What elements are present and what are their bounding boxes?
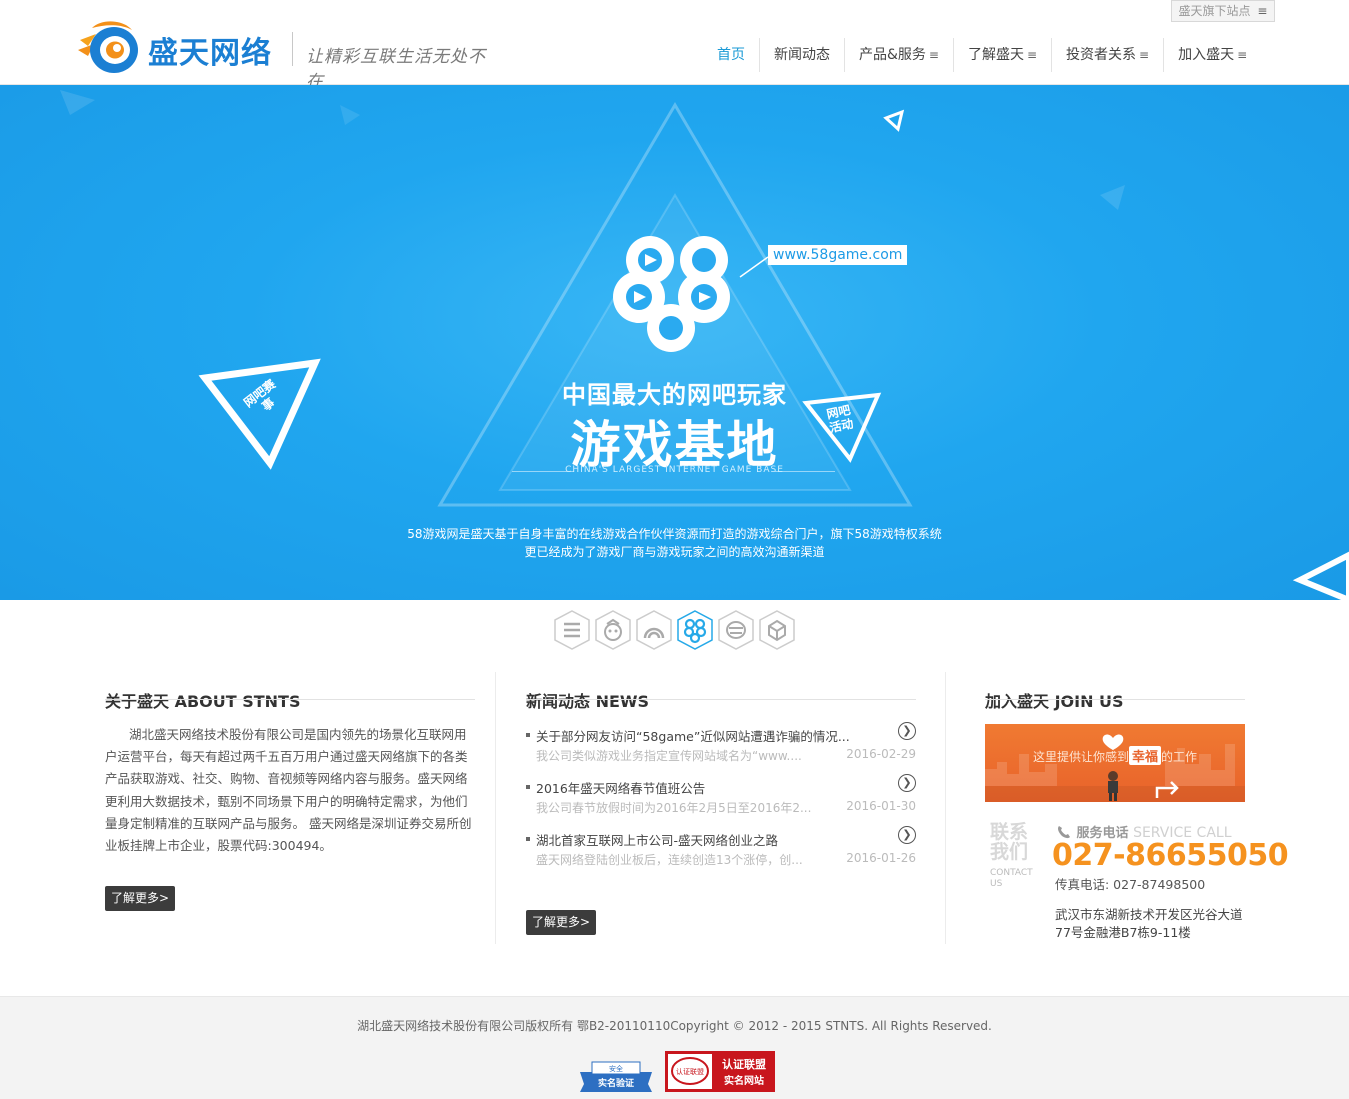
join-text-highlight: 幸福	[1129, 746, 1162, 765]
news-item-title[interactable]: 2016年盛天网络春节值班公告	[536, 778, 705, 797]
main-nav: 首页 新闻动态 产品&服务 ≡ 了解盛天 ≡ 投资者关系 ≡ 加入盛天 ≡	[703, 38, 1261, 72]
thumbnail-menu-lines[interactable]	[553, 609, 591, 651]
contact-us-en: CONTACT US	[990, 868, 1033, 889]
menu-lines-icon	[554, 610, 590, 650]
menu-lines-icon: ≡	[928, 48, 939, 62]
nav-item-label: 新闻动态	[774, 47, 830, 63]
certification-seal-icon: 认证联盟 认证联盟 实名网站	[665, 1051, 775, 1092]
cube-icon	[759, 610, 795, 650]
news-item: 关于部分网友访问“58game”近似网站遭遇诈骗的情况... ❯ 我公司类似游戏业务…	[526, 722, 918, 772]
nav-item[interactable]: 加入盛天 ≡	[1164, 38, 1261, 72]
thumbnail-cube[interactable]	[758, 609, 796, 651]
join-title-rule	[985, 699, 1245, 700]
cert2-sub-text: 实名网站	[724, 1074, 764, 1087]
site-header: 盛天旗下站点 ≡ 盛天网络 让精彩互联生活无处不在 首页 新闻动态 产品&服务 ≡ 了解…	[0, 0, 1349, 92]
thumbnail-arch[interactable]	[635, 609, 673, 651]
menu-lines-icon: ≡	[1026, 48, 1038, 62]
join-banner-text: 这里提供让你感到 幸福 的工作	[1033, 746, 1197, 765]
cert2-seal-text: 认证联盟	[676, 1067, 704, 1076]
nav-item[interactable]: 新闻动态	[760, 38, 845, 72]
cert2-title-text: 认证联盟	[722, 1057, 766, 1071]
fax-number: 传真电话: 027-87498500	[1055, 877, 1206, 892]
banner-description: 58游戏网是盛天基于自身丰富的在线游戏合作伙伴资源而打造的游戏综合门户，旗下58…	[0, 525, 1349, 561]
site-footer: 湖北盛天网络技术股份有限公司版权所有 鄂B2-20110110Copyright…	[0, 996, 1349, 1099]
security-alliance-badge[interactable]: 安全 实名验证	[578, 1054, 654, 1094]
logo-swirl-icon	[78, 21, 138, 73]
contact-us-cn: 联系我们	[990, 821, 1029, 863]
arch-icon	[636, 610, 672, 650]
copyright-text: 湖北盛天网络技术股份有限公司版权所有 鄂B2-20110110Copyright…	[357, 1019, 992, 1033]
thumbnail-mascot[interactable]	[594, 609, 632, 651]
news-title-rule	[526, 699, 916, 700]
thumbnail-layers[interactable]	[717, 609, 755, 651]
subsites-dropdown[interactable]: 盛天旗下站点 ≡	[1171, 0, 1275, 22]
nav-item-label: 了解盛天	[967, 47, 1024, 63]
news-item-date: 2016-02-29	[846, 747, 916, 761]
site-url-badge[interactable]: www.58game.com	[768, 245, 908, 265]
banner-subtitle-en: CHINA'S LARGEST INTERNET GAME BASE	[565, 465, 784, 475]
news-more-button[interactable]: 了解更多>	[526, 910, 597, 935]
column-divider	[945, 672, 946, 944]
cert1-bottom-text: 实名验证	[598, 1077, 634, 1089]
real-name-site-badge[interactable]: 认证联盟 认证联盟 实名网站	[665, 1051, 775, 1092]
news-item-summary: 我公司类似游戏业务指定宣传网站域名为“www....	[536, 749, 802, 763]
banner-thumbnail-nav	[553, 609, 796, 651]
nav-item[interactable]: 了解盛天 ≡	[954, 38, 1053, 72]
menu-lines-icon: ≡	[1257, 4, 1268, 18]
phone-icon	[1058, 826, 1070, 839]
news-item-date: 2016-01-30	[846, 799, 916, 813]
chevron-right-icon[interactable]: ❯	[898, 722, 916, 740]
banner-description-line2: 更已经成为了游戏厂商与游戏玩家之间的高效沟通新渠道	[524, 545, 825, 559]
news-item-summary: 盛天网络登陆创业板后，连续创造13个涨停，创...	[536, 853, 803, 867]
menu-lines-icon: ≡	[1237, 48, 1248, 62]
join-title: 加入盛天 JOIN US	[985, 692, 1124, 711]
cert1-top-text: 安全	[609, 1064, 623, 1073]
nav-item-label: 投资者关系	[1066, 47, 1137, 63]
menu-lines-icon: ≡	[1139, 48, 1150, 62]
bullet-icon	[526, 837, 530, 841]
news-item: 2016年盛天网络春节值班公告 ❯ 我公司春节放假时间为2016年2月5日至2016…	[526, 774, 918, 824]
logo-divider	[292, 32, 293, 66]
nav-item[interactable]: 首页	[703, 38, 760, 72]
site-logo[interactable]: 盛天网络 让精彩互联生活无处不在	[78, 20, 498, 92]
mascot-icon	[595, 610, 631, 650]
ribbon-badge-icon: 安全 实名验证	[580, 1061, 652, 1092]
about-title: 关于盛天 ABOUT STNTS	[105, 692, 301, 711]
about-text: 湖北盛天网络技术股份有限公司是国内领先的场景化互联网用户运营平台，每天有超过两千…	[105, 727, 472, 854]
company-address: 武汉市东湖新技术开发区光谷大道77号金融港B7栋9-11楼	[1055, 907, 1243, 940]
nav-item[interactable]: 产品&服务 ≡	[845, 38, 954, 72]
news-item-title[interactable]: 湖北首家互联网上市公司-盛天网络创业之路	[536, 830, 778, 849]
banner-description-line1: 58游戏网是盛天基于自身丰富的在线游戏合作伙伴资源而打造的游戏综合门户，旗下58…	[407, 527, 942, 541]
nav-item-label: 加入盛天	[1178, 47, 1235, 63]
about-more-button[interactable]: 了解更多>	[105, 886, 176, 911]
chevron-right-icon[interactable]: ❯	[898, 774, 916, 792]
service-phone-number: 027-86655050	[1052, 838, 1289, 873]
column-divider	[495, 672, 496, 944]
chevron-right-icon[interactable]: ❯	[898, 826, 916, 844]
logo-name: 盛天网络	[148, 36, 272, 71]
subsites-label: 盛天旗下站点	[1178, 4, 1251, 18]
bullet-icon	[526, 785, 530, 789]
nav-item-label: 首页	[717, 47, 745, 63]
news-item-summary: 我公司春节放假时间为2016年2月5日至2016年2...	[536, 801, 812, 815]
news-item-date: 2016-01-26	[846, 851, 916, 865]
nav-item-label: 产品&服务	[859, 47, 926, 63]
bullet-icon	[526, 733, 530, 737]
banner-decoration	[60, 90, 1349, 600]
thumbnail-game-58[interactable]	[676, 609, 714, 651]
news-item-title[interactable]: 关于部分网友访问“58game”近似网站遭遇诈骗的情况...	[536, 726, 850, 745]
news-item: 湖北首家互联网上市公司-盛天网络创业之路 ❯ 盛天网络登陆创业板后，连续创造13个涨…	[526, 826, 918, 876]
news-title: 新闻动态 NEWS	[526, 692, 650, 711]
hero-banner[interactable]: www.58game.com 网吧赛事 网吧活动 中国最大的网吧玩家 游戏基地 …	[0, 85, 1349, 600]
join-banner[interactable]: 这里提供让你感到 幸福 的工作	[985, 724, 1245, 802]
game-58-icon	[677, 610, 713, 650]
join-text-after: 的工作	[1161, 750, 1198, 764]
nav-item[interactable]: 投资者关系 ≡	[1052, 38, 1165, 72]
join-text-before: 这里提供让你感到	[1033, 750, 1130, 764]
layers-icon	[718, 610, 754, 650]
about-title-rule	[105, 699, 475, 700]
